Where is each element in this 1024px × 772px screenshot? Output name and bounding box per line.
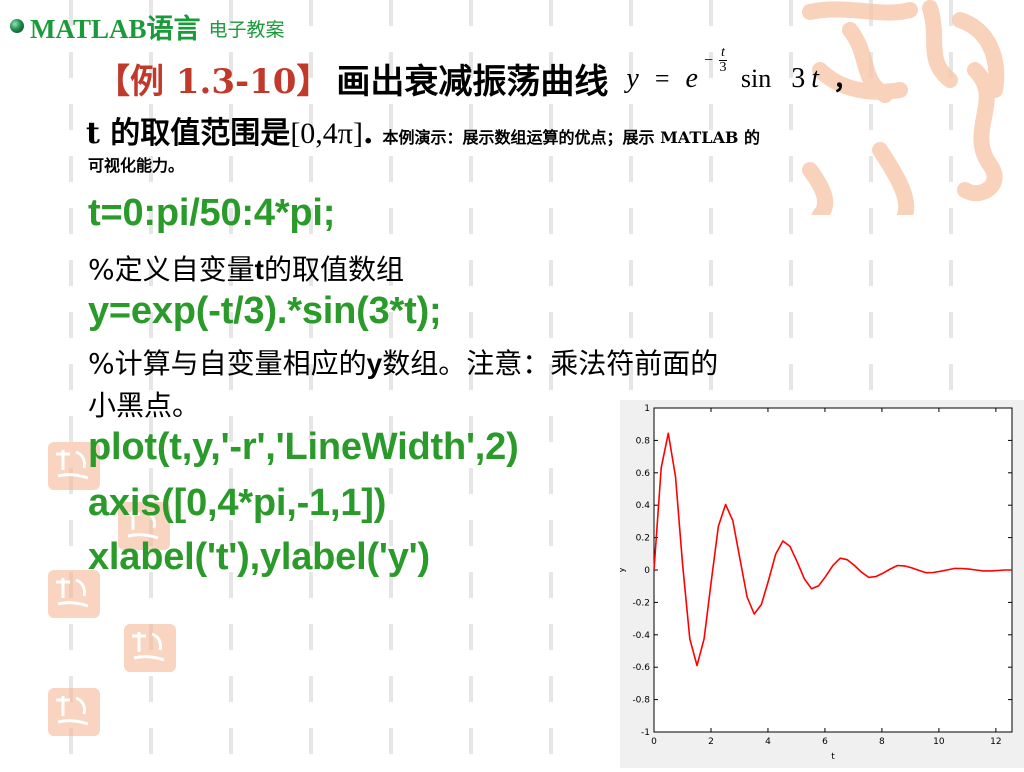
range-line: t 的取值范围是[0,4π]. 本例演示：展示数组运算的优点；展示 MATLAB… bbox=[86, 108, 966, 152]
range-interval: [0,4π] bbox=[290, 117, 363, 150]
code-line-5: xlabel('t'),ylabel('y') bbox=[88, 536, 430, 578]
comment-line-1: %定义自变量t的取值数组 bbox=[88, 248, 404, 288]
y-tick-label: -1 bbox=[641, 728, 650, 738]
example-heading: 画出衰减振荡曲线 bbox=[336, 62, 609, 102]
bullet-icon bbox=[10, 19, 24, 33]
comment-1-post: 的取值数组 bbox=[263, 253, 404, 286]
comment-1-var: t bbox=[254, 254, 264, 285]
formula-trailing: ， bbox=[833, 66, 860, 95]
y-tick-label: 0.2 bbox=[636, 534, 650, 544]
x-tick-label: 10 bbox=[933, 737, 945, 747]
exponent-sign: − bbox=[703, 51, 713, 69]
code-line-4: axis([0,4*pi,-1,1]) bbox=[88, 482, 387, 524]
y-tick-label: -0.6 bbox=[632, 663, 650, 673]
slide-header: MATLAB语言 电子教案 bbox=[10, 8, 285, 44]
plot-figure: -1 -0.8 -0.6 -0.4 -0.2 0 0.2 0.4 0.6 0.8 1 0 2 4 6 8 10 1… bbox=[617, 400, 1024, 768]
exponent-fraction: t 3 bbox=[719, 46, 727, 75]
example-label: 【例 1.3-10】 bbox=[96, 62, 331, 102]
code-line-3: plot(t,y,'-r','LineWidth',2) bbox=[88, 426, 519, 468]
comment-line-2: %计算与自变量相应的y数组。注意：乘法符前面的 bbox=[88, 342, 718, 382]
code-line-1: t=0:pi/50:4*pi; bbox=[88, 192, 336, 234]
formula: y = e − t 3 sin 3 t ， bbox=[626, 46, 860, 97]
comment-1-pre: %定义自变量 bbox=[88, 253, 255, 286]
comment-line-2-continued: 小黑点。 bbox=[88, 389, 201, 422]
comment-2-pre: %计算与自变量相应的 bbox=[88, 347, 367, 380]
y-tick-label: 0.4 bbox=[636, 501, 651, 511]
y-tick-label: 0.8 bbox=[636, 436, 651, 446]
exponent-numerator: t bbox=[719, 45, 727, 61]
plot-canvas: -1-0.8-0.6-0.4-0.200.20.40.60.810 2 4 6 8 10 1… bbox=[617, 404, 1013, 762]
example-title: 【例 1.3-10】 画出衰减振荡曲线 y = e − t 3 sin 3 t … bbox=[96, 46, 860, 103]
y-tick-label: 1 bbox=[644, 404, 650, 414]
formula-arg-var: t bbox=[811, 62, 820, 94]
brand-title: MATLAB语言 bbox=[30, 13, 201, 44]
seal-stamp bbox=[124, 624, 176, 672]
y-tick-label: 0 bbox=[644, 566, 650, 576]
y-tick-label: 0.6 bbox=[636, 469, 651, 479]
formula-base: e bbox=[685, 62, 698, 94]
plot-axes-box bbox=[653, 407, 1013, 733]
y-tick-label: -0.4 bbox=[632, 631, 650, 641]
formula-exponent: − t 3 bbox=[704, 46, 727, 75]
x-axis-label: t bbox=[831, 752, 835, 762]
exponent-denominator: 3 bbox=[719, 60, 727, 75]
range-var: t bbox=[86, 116, 100, 151]
formula-function: sin bbox=[740, 63, 772, 93]
y-tick-label: -0.2 bbox=[632, 598, 650, 608]
y-axis-label: y bbox=[620, 567, 627, 573]
x-tick-label: 4 bbox=[765, 737, 771, 747]
formula-arg-coef: 3 bbox=[791, 62, 806, 94]
comment-2-var: y bbox=[366, 348, 383, 379]
brand-subtitle: 电子教案 bbox=[208, 18, 285, 41]
demo-note-continued: 可视化能力。 bbox=[88, 156, 185, 175]
range-text: 的取值范围是 bbox=[99, 116, 291, 151]
formula-equals: = bbox=[654, 63, 670, 93]
seal-stamp bbox=[48, 688, 100, 736]
formula-lhs: y bbox=[626, 62, 639, 94]
x-tick-label: 6 bbox=[822, 737, 828, 747]
code-line-2: y=exp(-t/3).*sin(3*t); bbox=[88, 290, 442, 332]
y-tick-label: -0.8 bbox=[632, 696, 650, 706]
x-tick-label: 0 bbox=[651, 737, 657, 747]
x-tick-label: 2 bbox=[708, 737, 714, 747]
comment-2-post: 数组。注意：乘法符前面的 bbox=[382, 347, 719, 380]
range-period: . bbox=[362, 116, 374, 151]
x-tick-label: 8 bbox=[879, 737, 885, 747]
demo-note: 本例演示：展示数组运算的优点；展示 MATLAB 的 bbox=[382, 128, 761, 147]
x-tick-label: 12 bbox=[990, 737, 1001, 747]
